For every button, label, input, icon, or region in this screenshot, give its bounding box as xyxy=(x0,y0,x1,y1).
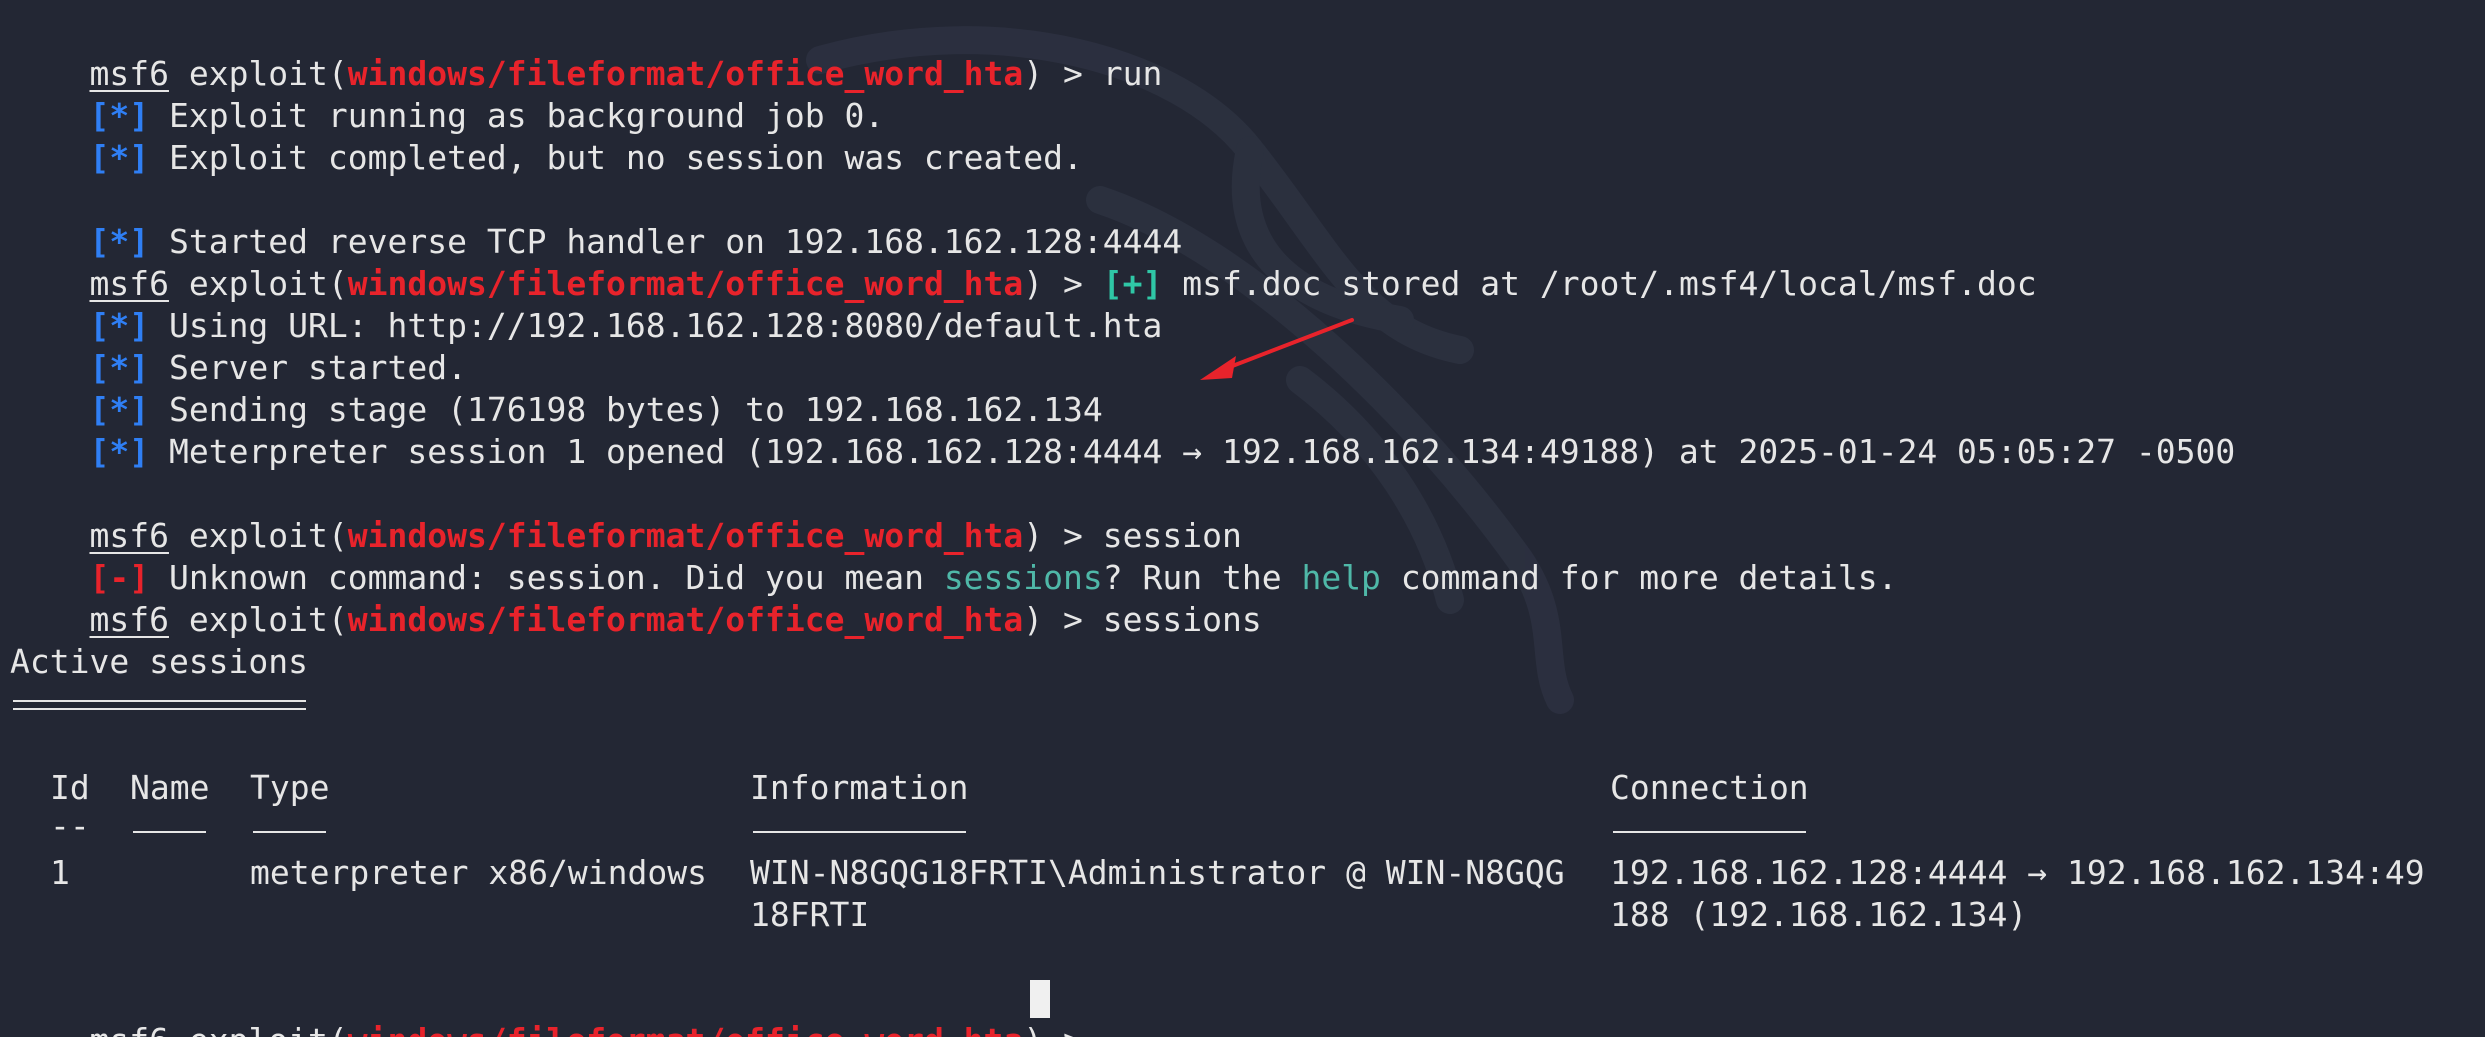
annotation-arrow-icon xyxy=(1200,318,1354,380)
terminal-window[interactable]: msf6 exploit(windows/fileformat/office_w… xyxy=(0,0,2485,1037)
